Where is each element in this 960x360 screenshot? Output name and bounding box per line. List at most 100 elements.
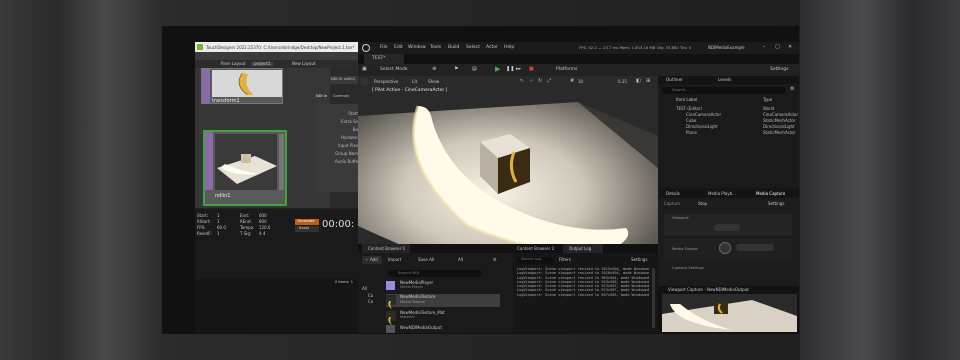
td-param-tab-ndi[interactable]: NDI In	[316, 94, 327, 99]
td-param-node: ndiin1	[344, 77, 356, 81]
ue-capture-settings-row[interactable]: Capture Settings	[672, 266, 704, 270]
ue-details-settings[interactable]: Settings	[768, 202, 784, 206]
ue-outliner-search[interactable]: Search...	[662, 87, 786, 94]
outliner-row[interactable]: TEST (Editor)	[676, 106, 702, 111]
ue-menu-window[interactable]: Window	[408, 45, 426, 51]
ue-cb-folder[interactable]: Co	[368, 300, 373, 304]
outliner-row[interactable]: DirectionalLight	[686, 124, 718, 129]
td-network-editor[interactable]: transform1 ndiin1	[195, 68, 330, 208]
ue-ol-filters[interactable]: Filters	[559, 258, 571, 262]
ue-platforms-button[interactable]: Platforms	[556, 67, 577, 73]
td-start-val[interactable]: 1	[217, 214, 220, 218]
ue-vp-perspective[interactable]: Perspective	[374, 79, 398, 84]
ue-menu-file[interactable]: File	[380, 45, 388, 51]
td-end-val[interactable]: 600	[259, 214, 267, 218]
ue-output-log-tab[interactable]: Output Log	[563, 244, 603, 253]
ue-asset-item[interactable]: NewNDIMediaOutput	[386, 324, 500, 333]
td-param-tab-common[interactable]: Common	[333, 94, 349, 99]
ue-tab-media-playback[interactable]: Media Playb...	[708, 192, 736, 196]
ue-cb-tab-2[interactable]: Content Browser 2	[517, 247, 554, 251]
ue-cb-settings[interactable]: ⚙	[493, 258, 497, 262]
ue-settings-button[interactable]: Settings	[770, 67, 788, 73]
ue-asset-item[interactable]: NewMediaTexture_Mat Material	[386, 310, 500, 325]
ue-asset-item-selected[interactable]: NewMediaTexture Media Texture	[386, 294, 500, 309]
ue-tab-details[interactable]: Details	[666, 192, 680, 196]
td-tsig-val[interactable]: 4 4	[259, 232, 265, 236]
ue-log-scrollbar[interactable]	[652, 268, 655, 328]
maximize-icon[interactable]: ▢	[775, 45, 780, 50]
ue-col-label: Item Label	[676, 97, 698, 102]
ue-select-mode[interactable]: Select Mode	[380, 67, 408, 73]
ue-capture-button[interactable]: Capture	[664, 202, 680, 206]
ue-menu-edit[interactable]: Edit	[394, 45, 403, 51]
move-icon[interactable]: ✛	[529, 79, 533, 84]
ue-cb-tab-1[interactable]: Content Browser 1	[362, 244, 410, 253]
td-resetf-val[interactable]: 1	[217, 232, 220, 236]
ue-cb-search[interactable]: Search NDI	[388, 270, 482, 277]
td-fps-val[interactable]: 60.0	[217, 226, 226, 230]
ue-vp-grid[interactable]: 10	[578, 80, 583, 84]
ue-ol-search[interactable]: Search Log	[517, 257, 553, 264]
rotate-icon[interactable]: ↻	[538, 79, 542, 84]
blueprint-icon[interactable]: ⚑	[454, 67, 458, 72]
ue-camera-dropdown[interactable]	[714, 224, 740, 231]
td-rstart-val[interactable]: 1	[217, 220, 220, 224]
ue-cb-folder[interactable]: Co	[368, 294, 373, 298]
ue-cb-save-all[interactable]: Save All	[418, 258, 434, 262]
node-ndiin1[interactable]: ndiin1	[203, 130, 287, 206]
ue-vp-snap[interactable]: 0.25	[618, 80, 627, 84]
ue-project-name: NDIMediaExample	[708, 45, 745, 50]
ue-menu-tools[interactable]: Tools	[430, 45, 441, 51]
td-items-count: 0 items: 1	[335, 280, 354, 284]
pause-icon[interactable]: ❚❚	[506, 67, 514, 72]
scale-icon[interactable]: ⤢	[547, 79, 551, 84]
ue-vp-lit[interactable]: Lit	[412, 79, 417, 84]
outliner-row[interactable]: Plane	[686, 130, 697, 135]
skip-icon[interactable]: ▸▸	[516, 67, 521, 72]
td-new-layout[interactable]: New Layout	[292, 62, 316, 66]
add-actor-icon[interactable]: ⊕	[432, 67, 436, 72]
td-pane-layout[interactable]: Pane Layout	[221, 62, 246, 66]
td-rend-val[interactable]: 600	[259, 220, 267, 224]
td-rend-label: REnd:	[240, 219, 252, 224]
ue-cb-import[interactable]: Import	[388, 258, 401, 262]
node-ndiin1-scroll[interactable]	[279, 134, 284, 190]
td-timecode-button[interactable]: Timecode	[295, 219, 319, 225]
outliner-row[interactable]: CineCameraActor	[686, 112, 721, 117]
viewport-menu-icon[interactable]	[361, 78, 368, 85]
minimize-icon[interactable]: –	[763, 45, 766, 50]
ue-stop-button[interactable]: Stop	[698, 202, 707, 206]
ue-level-tab[interactable]: TEST*	[364, 54, 404, 64]
td-start-label: Start:	[197, 213, 209, 218]
ue-menu-actor[interactable]: Actor	[486, 45, 498, 51]
sequencer-icon[interactable]: ▤	[472, 67, 477, 72]
ue-cb-folder-all[interactable]: All	[362, 287, 367, 291]
outliner-row[interactable]: Cube	[686, 118, 696, 123]
save-icon[interactable]: ▣	[362, 67, 367, 72]
outliner-settings-icon[interactable]: ⚙	[790, 87, 794, 92]
td-beats-button[interactable]: Beats	[295, 226, 319, 232]
ue-output-log: Content Browser 2 Output Log Search Log …	[513, 244, 658, 333]
grid-snap-icon[interactable]: #	[570, 79, 574, 84]
node-transform1[interactable]: transform1	[201, 68, 283, 104]
ue-menu-select[interactable]: Select	[466, 45, 480, 51]
ue-asset-item[interactable]: NewMediaPlayer Media Player	[386, 280, 500, 292]
stop-icon[interactable]: ■	[529, 67, 534, 72]
td-path[interactable]: project1	[251, 62, 274, 66]
ue-tab-media-capture[interactable]: Media Capture	[756, 192, 785, 196]
ue-media-output-dropdown[interactable]	[736, 244, 774, 251]
ue-menu-build[interactable]: Build	[448, 45, 459, 51]
ue-cb-add-button[interactable]: + Add	[362, 256, 382, 264]
close-icon[interactable]: ✕	[788, 45, 792, 50]
ue-tab-levels[interactable]: Levels	[718, 77, 731, 82]
viewport-layout-icon[interactable]: ⊞	[646, 79, 650, 84]
ue-ol-settings[interactable]: Settings	[631, 258, 647, 262]
ue-vp-show[interactable]: Show	[428, 79, 439, 84]
td-tempo-val[interactable]: 120.0	[259, 226, 270, 230]
ue-cb-all[interactable]: All	[458, 258, 463, 262]
play-icon[interactable]: ▶	[495, 66, 500, 73]
ue-tab-outliner[interactable]: Outliner	[666, 77, 683, 82]
ue-menu-help[interactable]: Help	[504, 45, 514, 51]
select-icon[interactable]: ↖	[520, 79, 524, 84]
camera-speed-icon[interactable]: ◧	[636, 79, 641, 84]
